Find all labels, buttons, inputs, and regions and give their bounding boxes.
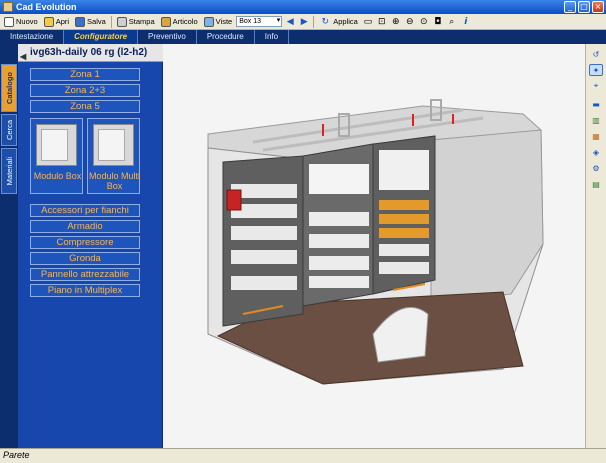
zoom-window-icon[interactable]: ⊙ bbox=[418, 16, 430, 28]
main-toolbar: Nuovo Apri Salva Stampa Articolo Viste B… bbox=[0, 14, 606, 30]
tab-configuratore[interactable]: Configuratore bbox=[64, 30, 139, 44]
minimize-icon[interactable]: _ bbox=[564, 1, 576, 13]
refresh-icon: ↻ bbox=[321, 16, 329, 27]
app-icon bbox=[3, 2, 13, 12]
modulo-multi-box-label: Modulo Multi Box bbox=[88, 171, 141, 191]
camera-icon[interactable]: ◘ bbox=[432, 16, 444, 28]
view-toolbar: ↺ ✦ ⌖ ▬ ▥ ▦ ◈ ⚙ ▤ bbox=[585, 44, 606, 448]
arrow-left-icon[interactable]: ◀ bbox=[284, 16, 296, 28]
zoom-fit-icon[interactable]: ⊡ bbox=[376, 16, 388, 28]
search-icon[interactable]: ⌕ bbox=[446, 16, 458, 28]
article-label: Articolo bbox=[172, 17, 198, 26]
modulo-multi-box-thumbnail bbox=[93, 124, 134, 166]
tab-intestazione[interactable]: Intestazione bbox=[0, 30, 65, 44]
tab-catalogo[interactable]: Catalogo bbox=[1, 64, 17, 112]
panel-header: ◀ ivg63h-daily 06 rg (l2-h2) bbox=[18, 44, 163, 62]
new-label: Nuovo bbox=[16, 17, 38, 26]
tab-info[interactable]: Info bbox=[255, 30, 290, 44]
catalog-panel: ◀ ivg63h-daily 06 rg (l2-h2) Zona 1 Zona… bbox=[18, 44, 163, 448]
box-icon[interactable]: ▦ bbox=[589, 130, 603, 142]
tab-preventivo[interactable]: Preventivo bbox=[138, 30, 197, 44]
modulo-box-tile[interactable]: Modulo Box bbox=[30, 118, 83, 194]
article-button[interactable]: Articolo bbox=[159, 15, 200, 29]
info-icon[interactable]: i bbox=[460, 16, 472, 28]
back-arrow-icon[interactable]: ◀ bbox=[20, 48, 26, 66]
tab-materiali[interactable]: Materiali bbox=[1, 148, 17, 194]
print-button[interactable]: Stampa bbox=[115, 15, 157, 29]
close-icon[interactable]: × bbox=[592, 1, 604, 13]
export-icon[interactable]: ▤ bbox=[589, 178, 603, 190]
views-icon bbox=[203, 16, 214, 27]
article-icon bbox=[160, 16, 171, 27]
window-controls: _ □ × bbox=[564, 1, 604, 13]
zone-5-button[interactable]: Zona 5 bbox=[30, 100, 140, 113]
folder-icon bbox=[43, 16, 54, 27]
window-title: Cad Evolution bbox=[16, 2, 77, 12]
views-button[interactable]: Viste bbox=[202, 15, 235, 29]
views-label: Viste bbox=[215, 17, 233, 26]
3d-viewport[interactable] bbox=[163, 44, 585, 448]
compressore-button[interactable]: Compressore bbox=[30, 236, 140, 249]
pannello-button[interactable]: Pannello attrezzabile bbox=[30, 268, 140, 281]
panel-title: ivg63h-daily 06 rg (l2-h2) bbox=[30, 47, 148, 58]
modulo-multi-box-tile[interactable]: Modulo Multi Box bbox=[87, 118, 140, 194]
print-icon bbox=[116, 16, 127, 27]
arrow-right-icon[interactable]: ▶ bbox=[298, 16, 310, 28]
gronda-button[interactable]: Gronda bbox=[30, 252, 140, 265]
new-file-icon bbox=[4, 16, 14, 27]
modulo-box-label: Modulo Box bbox=[33, 171, 82, 181]
print-label: Stampa bbox=[128, 17, 155, 26]
accessori-button[interactable]: Accessori per fianchi bbox=[30, 204, 140, 217]
book-icon[interactable]: ▥ bbox=[589, 114, 603, 126]
status-bar: Parete bbox=[0, 448, 606, 463]
tab-catalogo-label: Catalogo bbox=[4, 71, 14, 105]
zoom-out-icon[interactable]: ⊖ bbox=[404, 16, 416, 28]
zone-2-3-button[interactable]: Zona 2+3 bbox=[30, 84, 140, 97]
save-button[interactable]: Salva bbox=[73, 15, 108, 29]
apply-label: Applica bbox=[333, 17, 358, 26]
view-select[interactable]: Box 13 bbox=[236, 16, 283, 27]
tab-cerca-label: Cerca bbox=[4, 119, 14, 140]
new-button[interactable]: Nuovo bbox=[2, 15, 40, 29]
modulo-box-thumbnail bbox=[36, 124, 77, 166]
tab-materiali-label: Materiali bbox=[4, 156, 14, 186]
tab-cerca[interactable]: Cerca bbox=[1, 114, 17, 146]
main-tabs: Intestazione Configuratore Preventivo Pr… bbox=[0, 30, 606, 44]
piano-button[interactable]: Piano in Multiplex bbox=[30, 284, 140, 297]
apply-button[interactable]: ↻ Applica bbox=[317, 15, 360, 29]
zoom-in-icon[interactable]: ⊕ bbox=[390, 16, 402, 28]
tab-procedure[interactable]: Procedure bbox=[197, 30, 255, 44]
save-icon bbox=[75, 16, 86, 27]
pin-icon[interactable]: ⌖ bbox=[589, 80, 603, 92]
maximize-icon[interactable]: □ bbox=[578, 1, 590, 13]
side-tabs: Catalogo Cerca Materiali bbox=[0, 44, 18, 448]
zone-1-button[interactable]: Zona 1 bbox=[30, 68, 140, 81]
settings-icon[interactable]: ⚙ bbox=[589, 162, 603, 174]
status-text: Parete bbox=[3, 450, 30, 460]
toolbar-separator bbox=[313, 15, 315, 28]
minus-icon[interactable]: ▬ bbox=[589, 98, 603, 110]
van-3d-render bbox=[207, 99, 544, 385]
page-icon[interactable]: ▭ bbox=[362, 16, 374, 28]
select-icon[interactable]: ✦ bbox=[589, 64, 603, 76]
layers-icon[interactable]: ◈ bbox=[589, 146, 603, 158]
open-label: Apri bbox=[55, 17, 70, 26]
rotate-icon[interactable]: ↺ bbox=[589, 48, 603, 60]
title-bar: Cad Evolution _ □ × bbox=[0, 0, 606, 14]
toolbar-separator bbox=[110, 15, 112, 28]
open-button[interactable]: Apri bbox=[42, 15, 71, 29]
armadio-button[interactable]: Armadio bbox=[30, 220, 140, 233]
save-label: Salva bbox=[87, 17, 106, 26]
